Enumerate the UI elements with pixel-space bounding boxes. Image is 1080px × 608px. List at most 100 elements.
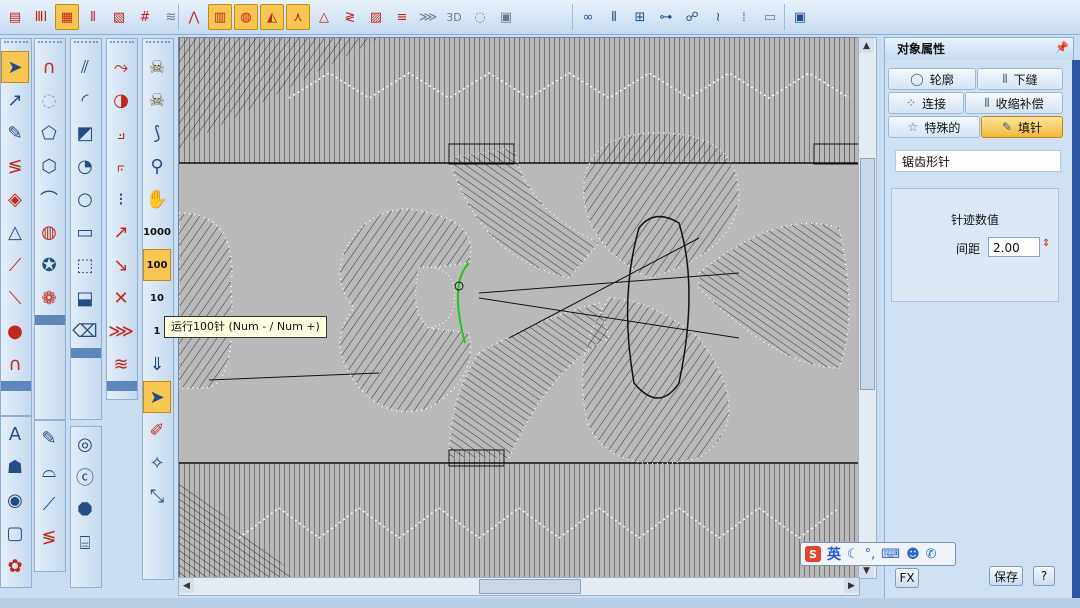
crop-icon[interactable]: ⬓ (71, 282, 99, 314)
step-10-button[interactable]: 10 (143, 282, 171, 314)
fx-button[interactable]: FX (895, 568, 919, 588)
flower-icon[interactable]: ❁ (35, 282, 63, 314)
lines-icon[interactable]: ▨ (364, 4, 388, 30)
wrench-icon[interactable]: ✆ (926, 547, 937, 562)
pattern-icon[interactable]: ≀ (706, 4, 730, 30)
striped-circle-icon[interactable]: ◍ (35, 216, 63, 248)
diagonal-lines-icon[interactable]: ⫽ (71, 51, 99, 83)
curve-icon[interactable]: ⌒ (35, 183, 63, 215)
monogram-icon[interactable]: ◉ (1, 484, 29, 516)
tab-outline[interactable]: ◯ 轮廓 (888, 68, 976, 90)
eraser-icon[interactable]: ⌫ (71, 315, 99, 347)
select-arrow-icon[interactable]: ➤ (143, 381, 171, 413)
fan-icon[interactable]: ⌓ (35, 455, 63, 487)
grid2-icon[interactable]: ⊞ (628, 4, 652, 30)
reshape-icon[interactable]: ↗ (1, 84, 29, 116)
palette-grip[interactable] (38, 41, 62, 49)
loops-icon[interactable]: ∞ (576, 4, 600, 30)
polyline-icon[interactable]: ⟍ (1, 282, 29, 314)
monitor-icon[interactable]: ▣ (788, 4, 812, 30)
spacing-input[interactable]: 2.00 (988, 237, 1040, 257)
zigzag-run-icon[interactable]: ⋙ (107, 315, 135, 347)
3d-icon[interactable]: 3D (442, 4, 466, 30)
triangle-nodes-icon[interactable]: △ (1, 216, 29, 248)
palette-grip[interactable] (146, 41, 170, 49)
selected-stitch-segment[interactable] (456, 262, 470, 344)
rectangle-icon[interactable]: ▭ (71, 216, 99, 248)
tab-compensation[interactable]: ⦀ 收缩补偿 (965, 92, 1063, 114)
tatami-icon[interactable]: ⦀ (81, 4, 105, 30)
tab-special[interactable]: ☆ 特殊的 (888, 116, 980, 138)
dotted-lines-icon[interactable]: ⁝ (107, 183, 135, 215)
dotted-arrow-icon[interactable]: ⤡ (143, 480, 171, 512)
moon-icon[interactable]: ☾ (847, 547, 859, 562)
palette-grip[interactable] (74, 41, 98, 49)
stitch-step1-icon[interactable]: ⟓ (107, 117, 135, 149)
bobbin-icon[interactable]: ⚲ (143, 150, 171, 182)
palette-grip[interactable] (4, 41, 28, 49)
node-icon[interactable]: ◈ (1, 183, 29, 215)
circle-c-icon[interactable]: ⓒ (71, 461, 99, 493)
magic-wand-icon[interactable]: ✧ (143, 447, 171, 479)
tab-connect[interactable]: ⁘ 连接 (888, 92, 964, 114)
step-1000-button[interactable]: 1000 (143, 216, 171, 248)
horizontal-scrollbar[interactable]: ◀ ▶ (178, 577, 860, 596)
stitch-run-icon[interactable]: ⤳ (107, 51, 135, 83)
scroll-left-icon[interactable]: ◀ (179, 578, 194, 593)
circle-fill-icon[interactable]: ▥ (208, 4, 232, 30)
chain-icon[interactable]: ⊶ (654, 4, 678, 30)
radial-fill-icon[interactable]: ◍ (234, 4, 258, 30)
stitch-circle-icon[interactable]: ◑ (107, 84, 135, 116)
arrow-icon[interactable]: ➤ (1, 51, 29, 83)
help-button[interactable]: ? (1033, 566, 1055, 586)
needle-3-icon[interactable]: ↘ (107, 249, 135, 281)
dashed-rect-icon[interactable]: ⬚ (71, 249, 99, 281)
pin-icon[interactable]: 📌 (1055, 41, 1069, 54)
satin-icon[interactable]: ▤ (3, 4, 27, 30)
spacing-spinner-icon[interactable]: ⇕ (1042, 238, 1050, 249)
skull-gear-icon[interactable]: ☠ (143, 84, 171, 116)
skull-icon[interactable]: ☠ (143, 51, 171, 83)
step-100-button[interactable]: 100 (143, 249, 171, 281)
vertical-scroll-thumb[interactable] (860, 158, 875, 390)
ellipse-icon[interactable]: ○ (71, 183, 99, 215)
knife-icon[interactable]: ⟋ (35, 488, 63, 520)
scroll-up-icon[interactable]: ▲ (859, 38, 874, 53)
stitch-step3-icon[interactable]: ⟔ (107, 150, 135, 182)
corner-shape-icon[interactable]: ◩ (71, 117, 99, 149)
line-nodes-icon[interactable]: ⟋ (1, 249, 29, 281)
cross-icon[interactable]: ≷ (338, 4, 362, 30)
wave-stitch-icon[interactable]: △ (312, 4, 336, 30)
tab-fill-stitch[interactable]: ✎ 填针 (981, 116, 1063, 138)
zigzag-fill-icon[interactable]: ⋀ (182, 4, 206, 30)
weave-icon[interactable]: ⋙ (416, 4, 440, 30)
ime-language-toggle[interactable]: 英 (827, 544, 841, 564)
satin-run-icon[interactable]: ≋ (107, 348, 135, 380)
columns-icon[interactable]: ⦀ (602, 4, 626, 30)
needle-1-icon[interactable]: ↗ (107, 216, 135, 248)
a-shape-icon[interactable]: ⋏ (286, 4, 310, 30)
stitch-type-field[interactable]: 锯齿形针 (895, 150, 1061, 172)
paint-icon[interactable]: ✐ (143, 414, 171, 446)
horseshoe-icon[interactable]: ∩ (35, 51, 63, 83)
grid-icon[interactable]: # (133, 4, 157, 30)
motif-icon[interactable]: ▧ (107, 4, 131, 30)
side-dock-tabs[interactable] (1072, 60, 1080, 600)
down-arrows-icon[interactable]: ⇓ (143, 348, 171, 380)
red-circle-icon[interactable]: ● (1, 315, 29, 347)
horizontal-scroll-thumb[interactable] (479, 579, 581, 594)
puff-icon[interactable]: ◌ (468, 4, 492, 30)
spiral-icon[interactable]: ◎ (71, 428, 99, 460)
punctuation-icon[interactable]: °, (865, 547, 876, 562)
dots-icon[interactable]: ⁞ (732, 4, 756, 30)
octagon-icon[interactable]: ⯃ (71, 494, 99, 526)
blank-icon[interactable]: ▭ (758, 4, 782, 30)
hand-icon[interactable]: ✋ (143, 183, 171, 215)
keyboard-icon[interactable]: ⌨ (881, 547, 900, 562)
star-tool-icon[interactable]: ✪ (35, 249, 63, 281)
user-icon[interactable]: ☻ (906, 547, 920, 562)
curl-icon[interactable]: ☍ (680, 4, 704, 30)
scroll-right-icon[interactable]: ▶ (844, 578, 859, 593)
palette-grip[interactable] (110, 41, 134, 49)
cross-stitch-icon[interactable]: ✕ (107, 282, 135, 314)
